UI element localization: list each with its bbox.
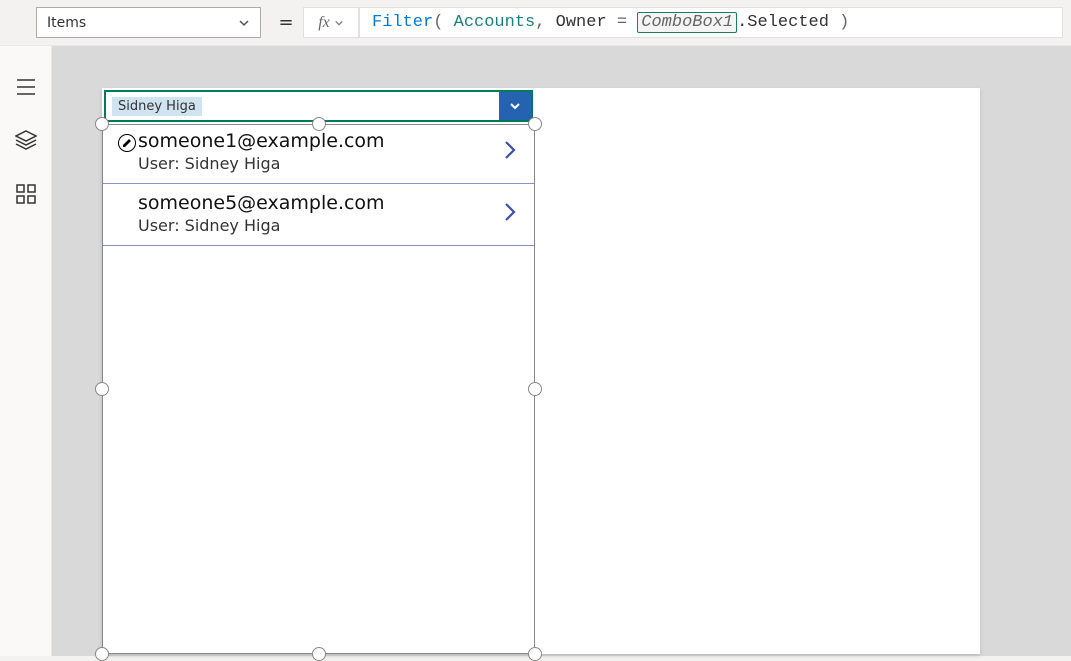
gallery-control[interactable]: Sidney Higa someone1@example.com User: S…	[102, 88, 535, 654]
hamburger-icon	[16, 78, 36, 96]
property-dropdown[interactable]: Items	[36, 7, 261, 38]
resize-handle-ne[interactable]	[528, 117, 542, 131]
fx-button[interactable]: fx	[303, 7, 359, 38]
combobox-toggle[interactable]	[499, 92, 531, 120]
resize-handle-e[interactable]	[528, 382, 542, 396]
grid-icon	[16, 184, 36, 204]
formula-input[interactable]: Filter( Accounts, Owner = ComboBox1.Sele…	[359, 7, 1063, 38]
list-item[interactable]: someone1@example.com User: Sidney Higa	[102, 122, 535, 184]
equals-label: =	[269, 0, 303, 45]
chevron-down-icon	[508, 99, 522, 113]
formula-dot-selected: .Selected	[737, 13, 829, 32]
resize-handle-w[interactable]	[95, 382, 109, 396]
main-area: Sidney Higa someone1@example.com User: S…	[0, 46, 1071, 656]
formula-eq: =	[617, 13, 627, 32]
resize-handle-se[interactable]	[528, 647, 542, 661]
tree-view-button[interactable]	[16, 78, 36, 100]
insert-button[interactable]	[15, 130, 37, 154]
formula-owner: Owner	[556, 13, 607, 32]
layers-icon	[15, 130, 37, 150]
formula-open-paren: (	[433, 13, 443, 32]
fx-label: fx	[318, 14, 330, 32]
resize-handle-nw[interactable]	[95, 117, 109, 131]
formula-bar: Items = fx Filter( Accounts, Owner = Com…	[0, 0, 1071, 46]
formula-close-paren: )	[839, 13, 849, 32]
chevron-right-icon	[501, 200, 519, 224]
formula-combobox-ref: ComboBox1	[637, 12, 737, 33]
item-subtitle: User: Sidney Higa	[138, 154, 385, 173]
property-dropdown-value: Items	[47, 15, 86, 31]
formula-arg-accounts: Accounts	[454, 13, 536, 32]
chevron-right-icon	[501, 138, 519, 162]
resize-handle-sw[interactable]	[95, 647, 109, 661]
item-navigate[interactable]	[501, 200, 519, 228]
formula-fn: Filter	[372, 13, 433, 32]
canvas-area[interactable]: Sidney Higa someone1@example.com User: S…	[52, 46, 1071, 656]
chevron-down-icon	[334, 18, 344, 28]
app-screen: Sidney Higa someone1@example.com User: S…	[102, 88, 980, 654]
combobox-selected-chip[interactable]: Sidney Higa	[112, 97, 202, 116]
resize-handle-s[interactable]	[312, 647, 326, 661]
item-subtitle: User: Sidney Higa	[138, 216, 385, 235]
list-item[interactable]: someone5@example.com User: Sidney Higa	[102, 184, 535, 246]
item-title: someone5@example.com	[138, 192, 385, 214]
formula-comma: ,	[535, 13, 545, 32]
components-button[interactable]	[16, 184, 36, 208]
edit-icon	[118, 134, 136, 152]
item-navigate[interactable]	[501, 138, 519, 166]
left-nav	[0, 46, 52, 656]
item-title: someone1@example.com	[138, 130, 385, 152]
chevron-down-icon	[238, 17, 250, 29]
resize-handle-n[interactable]	[312, 117, 326, 131]
